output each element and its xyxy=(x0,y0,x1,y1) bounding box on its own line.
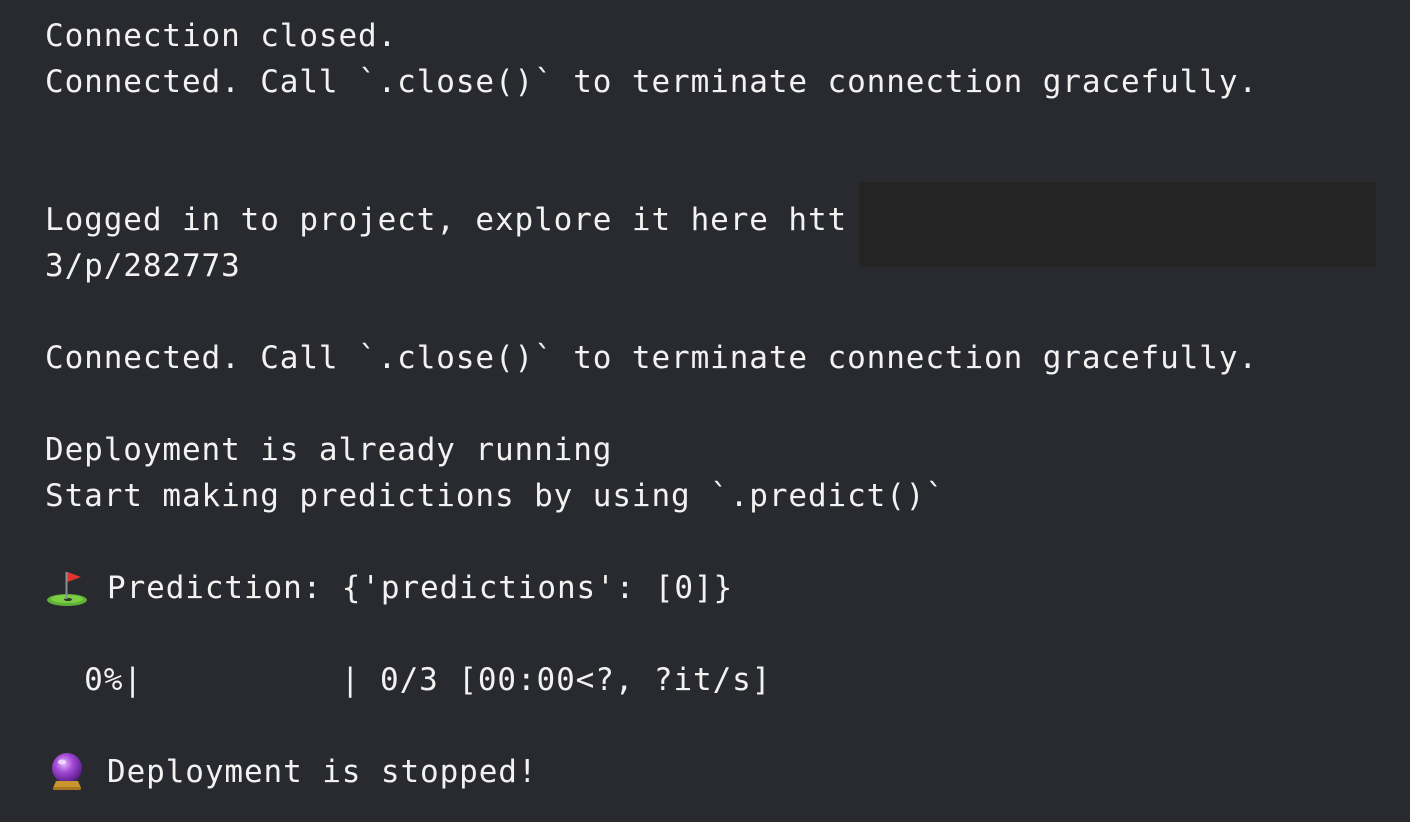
log-line-logged-in: Logged in to project, explore it here ht… xyxy=(45,202,848,238)
log-line-project-path: 3/p/282773 xyxy=(45,248,241,284)
log-line-start-predictions: Start making predictions by using `.pred… xyxy=(45,478,945,514)
log-line-connected-2: Connected. Call `.close()` to terminate … xyxy=(45,340,1258,376)
progress-stats: [00:00<?, ?it/s] xyxy=(458,662,772,698)
log-line-prediction: Prediction: {'predictions': [0]} xyxy=(107,570,734,606)
log-line-connection-closed: Connection closed. xyxy=(45,18,398,54)
log-line-connected: Connected. Call `.close()` to terminate … xyxy=(45,64,1258,100)
progress-bar-line: 0%| | 0/3 [00:00<?, ?it/s] xyxy=(45,657,771,703)
progress-bar-right: | xyxy=(340,662,361,698)
log-line-deployment-running: Deployment is already running xyxy=(45,432,613,468)
progress-bar-left: | xyxy=(123,662,143,698)
progress-percent: 0% xyxy=(84,662,124,698)
redacted-url-block xyxy=(859,182,1376,267)
golf-flag-icon xyxy=(47,572,87,606)
crystal-ball-icon xyxy=(52,753,82,790)
terminal-output: Connection closed. Connected. Call `.clo… xyxy=(0,0,1410,822)
progress-count: 0/3 xyxy=(380,662,439,698)
log-line-deployment-stopped: Deployment is stopped! xyxy=(107,754,538,790)
